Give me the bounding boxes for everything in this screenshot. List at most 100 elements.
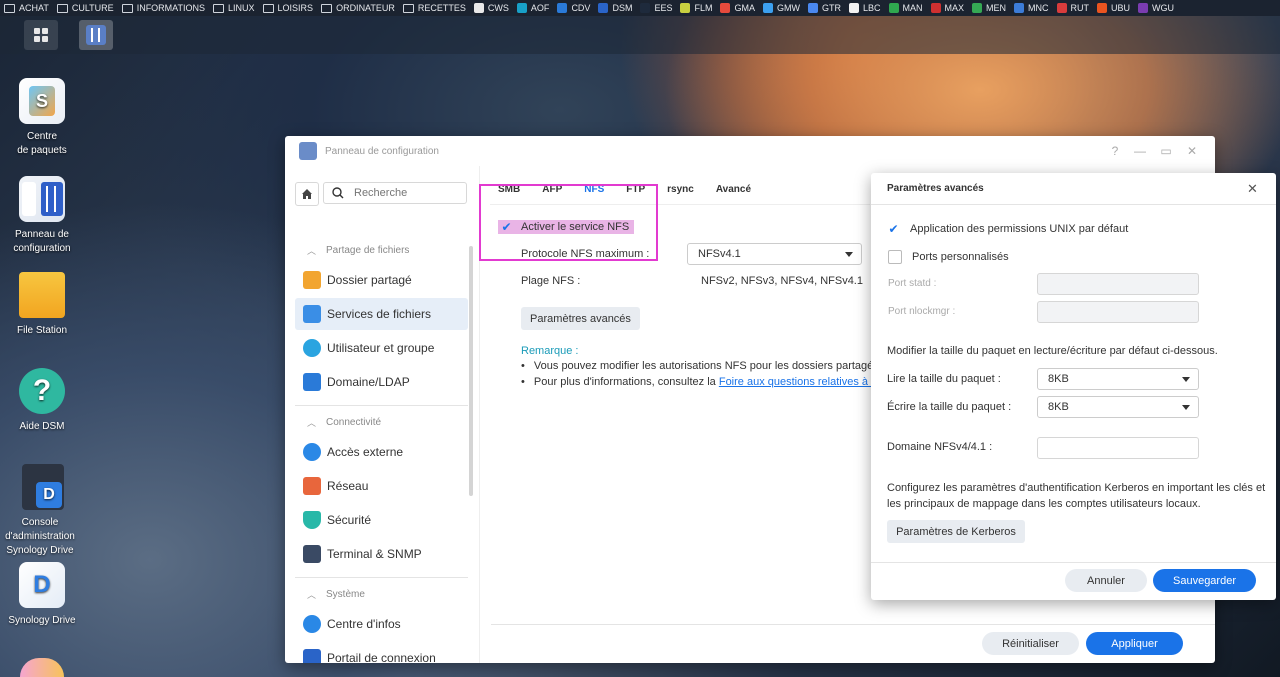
bookmark-item[interactable]: CDV: [553, 0, 594, 16]
bookmark-item[interactable]: LINUX: [209, 0, 259, 16]
bookmark-label: ACHAT: [19, 3, 49, 13]
save-button[interactable]: Sauvegarder: [1153, 569, 1256, 592]
bookmark-item[interactable]: RUT: [1053, 0, 1094, 16]
desktop-drive-admin[interactable]: D Console d'administration Synology Driv…: [0, 464, 86, 558]
bookmark-item[interactable]: WGU: [1134, 0, 1178, 16]
section-connectivity[interactable]: ︿ Connectivité: [307, 416, 381, 429]
sidebar-item-shared-folder[interactable]: Dossier partagé: [295, 264, 468, 296]
bookmark-item[interactable]: RECETTES: [399, 0, 470, 16]
reset-button[interactable]: Réinitialiser: [982, 632, 1079, 655]
sidebar-item-external-access[interactable]: Accès externe: [295, 436, 468, 468]
bookmark-label: RECETTES: [417, 3, 466, 13]
home-button[interactable]: [295, 182, 319, 206]
bookmark-item[interactable]: CULTURE: [53, 0, 118, 16]
sidebar-item-security[interactable]: Sécurité: [295, 504, 468, 536]
chevron-up-icon: ︿: [307, 246, 317, 256]
site-icon: [516, 3, 527, 13]
sidebar-item-label: Réseau: [327, 479, 369, 493]
site-icon: [473, 3, 484, 13]
bookmark-item[interactable]: UBU: [1093, 0, 1134, 16]
sidebar-item-info-center[interactable]: Centre d'infos: [295, 608, 468, 640]
read-size-select[interactable]: 8KB: [1037, 368, 1199, 390]
cancel-button[interactable]: Annuler: [1065, 569, 1147, 592]
section-system[interactable]: ︿ Système: [307, 588, 365, 601]
port-statd-label: Port statd :: [888, 278, 937, 289]
desktop-drive[interactable]: D Synology Drive: [0, 562, 84, 628]
bookmark-item[interactable]: GMW: [759, 0, 804, 16]
bookmark-item[interactable]: AOF: [513, 0, 554, 16]
desktop-file-station[interactable]: File Station: [0, 272, 84, 338]
bookmark-label: RUT: [1070, 3, 1090, 13]
sidebar-item-user-group[interactable]: Utilisateur et groupe: [295, 332, 468, 364]
sidebar-item-file-services[interactable]: Services de fichiers: [295, 298, 468, 330]
port-nlockmgr-label: Port nlockmgr :: [888, 306, 956, 317]
bookmark-label: GMA: [734, 3, 755, 13]
sidebar: ︿ Partage de fichiers Dossier partagé Ser…: [285, 166, 480, 663]
bookmark-label: ORDINATEUR: [336, 3, 395, 13]
bookmark-item[interactable]: ACHAT: [0, 0, 53, 16]
custom-ports-checkbox[interactable]: Ports personnalisés: [888, 250, 1009, 264]
bookmark-item[interactable]: MEN: [968, 0, 1010, 16]
write-size-select[interactable]: 8KB: [1037, 396, 1199, 418]
help-icon: ?: [19, 368, 65, 414]
main-menu-button[interactable]: [24, 20, 58, 50]
faq-link[interactable]: Foire aux questions relatives à NF: [719, 376, 871, 388]
desktop-control-panel[interactable]: Panneau de configuration: [0, 176, 84, 256]
bookmark-item[interactable]: DSM: [594, 0, 636, 16]
sidebar-item-domain-ldap[interactable]: Domaine/LDAP: [295, 366, 468, 398]
bookmark-label: CDV: [571, 3, 591, 13]
site-icon: [807, 3, 818, 13]
section-file-sharing[interactable]: ︿ Partage de fichiers: [307, 244, 409, 257]
sidebar-item-label: Services de fichiers: [327, 307, 432, 321]
port-statd-input[interactable]: [1037, 273, 1199, 295]
bookmark-item[interactable]: GTR: [804, 0, 845, 16]
sidebar-item-network[interactable]: Réseau: [295, 470, 468, 502]
bookmark-item[interactable]: MAN: [885, 0, 927, 16]
bookmark-item[interactable]: MAX: [927, 0, 969, 16]
search-box[interactable]: [323, 182, 467, 204]
desktop-partial-icon[interactable]: [20, 658, 64, 677]
port-nlockmgr-input[interactable]: [1037, 301, 1199, 323]
bookmarks-bar: ACHAT CULTURE INFORMATIONS LINUX LOISIRS ORDI…: [0, 0, 1280, 16]
close-icon[interactable]: ✕: [1185, 144, 1199, 158]
dialog-title: Paramètres avancés: [887, 183, 984, 194]
minimize-icon[interactable]: —: [1133, 144, 1147, 158]
sidebar-item-terminal[interactable]: Terminal & SNMP: [295, 538, 468, 570]
bookmark-item[interactable]: CWS: [470, 0, 513, 16]
bookmark-item[interactable]: EES: [636, 0, 676, 16]
unix-permissions-checkbox[interactable]: ✔ Application des permissions UNIX par d…: [887, 222, 1128, 236]
tab-advanced[interactable]: Avancé: [716, 184, 751, 195]
bookmark-item[interactable]: ORDINATEUR: [317, 0, 399, 16]
bookmark-item[interactable]: INFORMATIONS: [118, 0, 209, 16]
bookmark-item[interactable]: LBC: [845, 0, 885, 16]
read-size-value: 8KB: [1048, 373, 1069, 385]
sidebar-item-login-portal[interactable]: Portail de connexion: [295, 642, 468, 663]
site-icon: [930, 3, 941, 13]
bookmark-item[interactable]: MNC: [1010, 0, 1053, 16]
max-protocol-select[interactable]: NFSv4.1: [687, 243, 862, 265]
kerberos-settings-button[interactable]: Paramètres de Kerberos: [887, 520, 1025, 543]
info-center-icon: [303, 615, 321, 633]
close-icon[interactable]: ✕: [1247, 181, 1258, 197]
desktop-help[interactable]: ? Aide DSM: [0, 368, 84, 434]
help-icon[interactable]: ?: [1108, 144, 1122, 158]
nfs-domain-input[interactable]: [1037, 437, 1199, 459]
bookmark-item[interactable]: GMA: [716, 0, 759, 16]
home-icon: [302, 189, 312, 199]
advanced-settings-button[interactable]: Paramètres avancés: [521, 307, 640, 330]
site-icon: [1014, 3, 1025, 13]
apply-button[interactable]: Appliquer: [1086, 632, 1183, 655]
desktop-label: Panneau de configuration: [13, 229, 71, 254]
site-icon: [972, 3, 983, 13]
sidebar-scrollbar[interactable]: [469, 246, 473, 496]
bookmark-label: GMW: [776, 3, 800, 13]
tab-rsync[interactable]: rsync: [667, 184, 694, 195]
maximize-icon[interactable]: ▭: [1159, 144, 1173, 158]
nfs-range-value: NFSv2, NFSv3, NFSv4, NFSv4.1: [701, 275, 863, 287]
bookmark-item[interactable]: FLM: [676, 0, 716, 16]
bookmark-item[interactable]: LOISIRS: [259, 0, 318, 16]
search-input[interactable]: [352, 186, 466, 200]
sidebar-item-label: Centre d'infos: [327, 617, 401, 631]
desktop-package-center[interactable]: S Centre de paquets: [0, 78, 84, 158]
taskbar-control-panel-button[interactable]: [79, 20, 113, 50]
